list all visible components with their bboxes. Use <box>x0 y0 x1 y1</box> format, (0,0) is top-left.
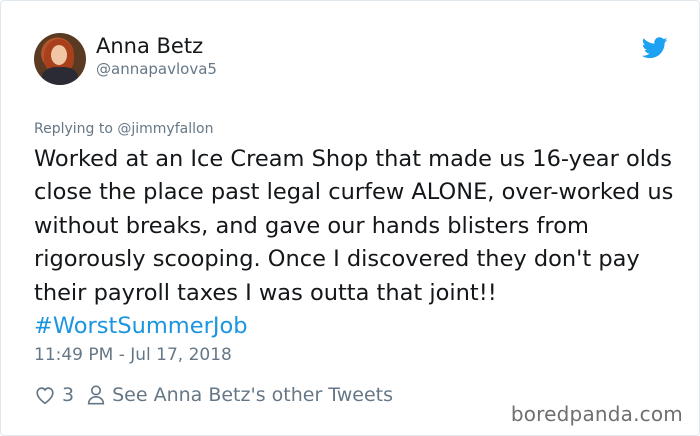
twitter-bird-icon[interactable] <box>642 37 668 59</box>
tweet-timestamp[interactable]: 11:49 PM - Jul 17, 2018 <box>34 345 232 365</box>
author-handle[interactable]: @annapavlova5 <box>96 60 217 78</box>
hashtag-link[interactable]: #WorstSummerJob <box>34 313 248 339</box>
tweet-card: Anna Betz @annapavlova5 Replying to @jim… <box>0 0 700 436</box>
watermark: boredpanda.com <box>510 402 683 426</box>
other-tweets-link[interactable]: See Anna Betz's other Tweets <box>112 384 393 406</box>
avatar-body <box>42 67 78 85</box>
tweet-actions: 3 See Anna Betz's other Tweets <box>34 381 393 409</box>
tweet-text: Worked at an Ice Cream Shop that made us… <box>34 143 674 343</box>
author-name[interactable]: Anna Betz <box>96 34 203 58</box>
heart-icon[interactable] <box>34 384 56 406</box>
avatar[interactable] <box>34 33 86 85</box>
person-icon <box>87 385 105 405</box>
replying-to[interactable]: Replying to @jimmyfallon <box>34 121 213 137</box>
like-count: 3 <box>62 384 75 406</box>
tweet-body: Worked at an Ice Cream Shop that made us… <box>34 146 674 306</box>
avatar-face <box>51 45 67 65</box>
